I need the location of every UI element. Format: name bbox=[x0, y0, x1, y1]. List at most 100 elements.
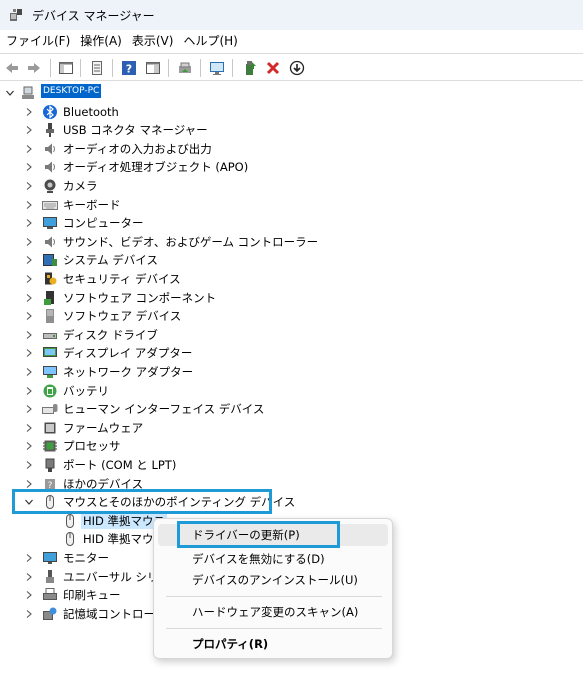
network-adapter-icon bbox=[43, 366, 57, 378]
chevron-down-icon[interactable] bbox=[5, 88, 15, 98]
forward-arrow-icon[interactable] bbox=[24, 58, 44, 78]
usb-controller-icon bbox=[46, 569, 54, 583]
tree-item-label: ディスク ドライブ bbox=[63, 327, 158, 342]
tree-item-label: 印刷キュー bbox=[63, 588, 121, 603]
tree-item-label: オーディオの入力および出力 bbox=[63, 141, 212, 156]
security-device-icon bbox=[45, 272, 57, 285]
chevron-right-icon[interactable] bbox=[24, 107, 34, 117]
chevron-right-icon[interactable] bbox=[24, 218, 34, 228]
toolbar-separator bbox=[50, 59, 51, 77]
computer-icon bbox=[43, 217, 57, 230]
disable-device-icon[interactable] bbox=[287, 58, 307, 78]
keyboard-icon bbox=[42, 200, 58, 210]
computer-root-icon bbox=[22, 86, 34, 99]
chevron-right-icon[interactable] bbox=[24, 590, 34, 600]
action-pane-icon[interactable] bbox=[143, 58, 163, 78]
chevron-right-icon[interactable] bbox=[24, 255, 34, 265]
chevron-right-icon[interactable] bbox=[24, 386, 34, 396]
toolbar-separator bbox=[232, 59, 233, 77]
chevron-right-icon[interactable] bbox=[24, 404, 34, 414]
tree-item-label: ヒューマン インターフェイス デバイス bbox=[63, 402, 265, 417]
usb-connector-icon bbox=[46, 123, 54, 138]
tree-item-label: カメラ bbox=[63, 179, 98, 193]
chevron-right-icon[interactable] bbox=[24, 348, 34, 358]
tree-item-label: オーディオ処理オブジェクト (APO) bbox=[63, 160, 249, 175]
tree-item-label: ディスプレイ アダプター bbox=[63, 346, 193, 361]
title-bar: デバイス マネージャー bbox=[0, 0, 583, 30]
properties-icon[interactable] bbox=[87, 58, 107, 78]
highlight-update-driver bbox=[177, 521, 340, 548]
chevron-right-icon[interactable] bbox=[24, 330, 34, 340]
display-adapter-icon bbox=[43, 347, 57, 358]
system-devices-icon bbox=[43, 254, 57, 267]
enable-device-icon[interactable] bbox=[240, 58, 260, 78]
tree-item-label: プロセッサ bbox=[63, 439, 121, 454]
help-icon[interactable]: ? bbox=[119, 58, 139, 78]
chevron-right-icon[interactable] bbox=[24, 144, 34, 154]
disable-device-menu-item[interactable]: デバイスを無効にする(D) bbox=[158, 548, 388, 570]
chevron-right-icon[interactable] bbox=[24, 609, 34, 619]
menu-action[interactable]: 操作(A) bbox=[75, 30, 127, 52]
chevron-right-icon[interactable] bbox=[24, 181, 34, 191]
hid-icon bbox=[42, 404, 58, 415]
tree-root[interactable]: DESKTOP-PC bbox=[0, 84, 583, 103]
properties-menu-item[interactable]: プロパティ(R) bbox=[158, 633, 388, 655]
toolbar-separator bbox=[200, 59, 201, 77]
tree-item-label: ポート (COM と LPT) bbox=[63, 458, 177, 472]
tree-item-label: キーボード bbox=[63, 197, 121, 212]
disable-device-label: デバイスを無効にする(D) bbox=[192, 552, 325, 566]
chevron-right-icon[interactable] bbox=[24, 460, 34, 470]
show-hide-console-tree-icon[interactable] bbox=[56, 58, 76, 78]
menu-file[interactable]: ファイル(F) bbox=[0, 30, 75, 52]
speaker-icon bbox=[45, 236, 55, 248]
uninstall-device-label: デバイスのアンインストール(U) bbox=[192, 573, 358, 587]
monitor-icon bbox=[43, 552, 57, 564]
chevron-right-icon[interactable] bbox=[24, 274, 34, 284]
tree-item-label: バッテリ bbox=[63, 383, 109, 398]
menu-bar: ファイル(F) 操作(A) 表示(V) ヘルプ(H) bbox=[0, 30, 583, 52]
chevron-right-icon[interactable] bbox=[24, 479, 34, 489]
firmware-icon bbox=[44, 422, 56, 434]
bluetooth-icon bbox=[43, 104, 57, 119]
toolbar-separator bbox=[80, 59, 81, 77]
tree-item-label: ソフトウェア コンポーネント bbox=[63, 290, 217, 305]
chevron-right-icon[interactable] bbox=[24, 293, 34, 303]
chevron-right-icon[interactable] bbox=[24, 311, 34, 321]
chevron-right-icon[interactable] bbox=[24, 125, 34, 135]
tree-item-label: ソフトウェア デバイス bbox=[63, 309, 182, 324]
device-manager-app-icon bbox=[8, 7, 24, 23]
mouse-icon bbox=[66, 532, 74, 547]
uninstall-device-menu-item[interactable]: デバイスのアンインストール(U) bbox=[158, 569, 388, 591]
toolbar-separator bbox=[168, 59, 169, 77]
uninstall-device-icon[interactable] bbox=[263, 58, 283, 78]
chevron-right-icon[interactable] bbox=[24, 441, 34, 451]
chevron-right-icon[interactable] bbox=[24, 200, 34, 210]
chevron-right-icon[interactable] bbox=[24, 572, 34, 582]
tree-item-label: セキュリティ デバイス bbox=[63, 272, 181, 286]
scan-hardware-icon[interactable] bbox=[207, 58, 227, 78]
disk-drive-icon bbox=[43, 332, 57, 339]
scan-hardware-menu-item[interactable]: ハードウェア変更のスキャン(A) bbox=[158, 601, 388, 623]
storage-controller-icon bbox=[43, 607, 57, 620]
chevron-right-icon[interactable] bbox=[24, 237, 34, 247]
highlight-mouse-category bbox=[12, 489, 272, 514]
software-device-icon bbox=[46, 309, 54, 324]
processor-icon bbox=[43, 440, 57, 452]
speaker-icon bbox=[45, 143, 55, 155]
port-icon bbox=[45, 458, 55, 472]
tree-item-label: USB コネクタ マネージャー bbox=[63, 123, 208, 138]
menu-help[interactable]: ヘルプ(H) bbox=[178, 30, 242, 52]
toolbar-separator bbox=[112, 59, 113, 77]
menu-separator bbox=[166, 596, 382, 597]
chevron-right-icon[interactable] bbox=[24, 367, 34, 377]
update-driver-icon[interactable] bbox=[175, 58, 195, 78]
chevron-right-icon[interactable] bbox=[24, 162, 34, 172]
window-title: デバイス マネージャー bbox=[32, 8, 155, 23]
chevron-right-icon[interactable] bbox=[24, 553, 34, 563]
battery-icon bbox=[43, 384, 57, 398]
root-computer-label: DESKTOP-PC bbox=[41, 84, 102, 98]
back-arrow-icon[interactable] bbox=[2, 58, 22, 78]
menu-view[interactable]: 表示(V) bbox=[127, 30, 179, 52]
chevron-right-icon[interactable] bbox=[24, 423, 34, 433]
camera-icon bbox=[44, 179, 56, 193]
